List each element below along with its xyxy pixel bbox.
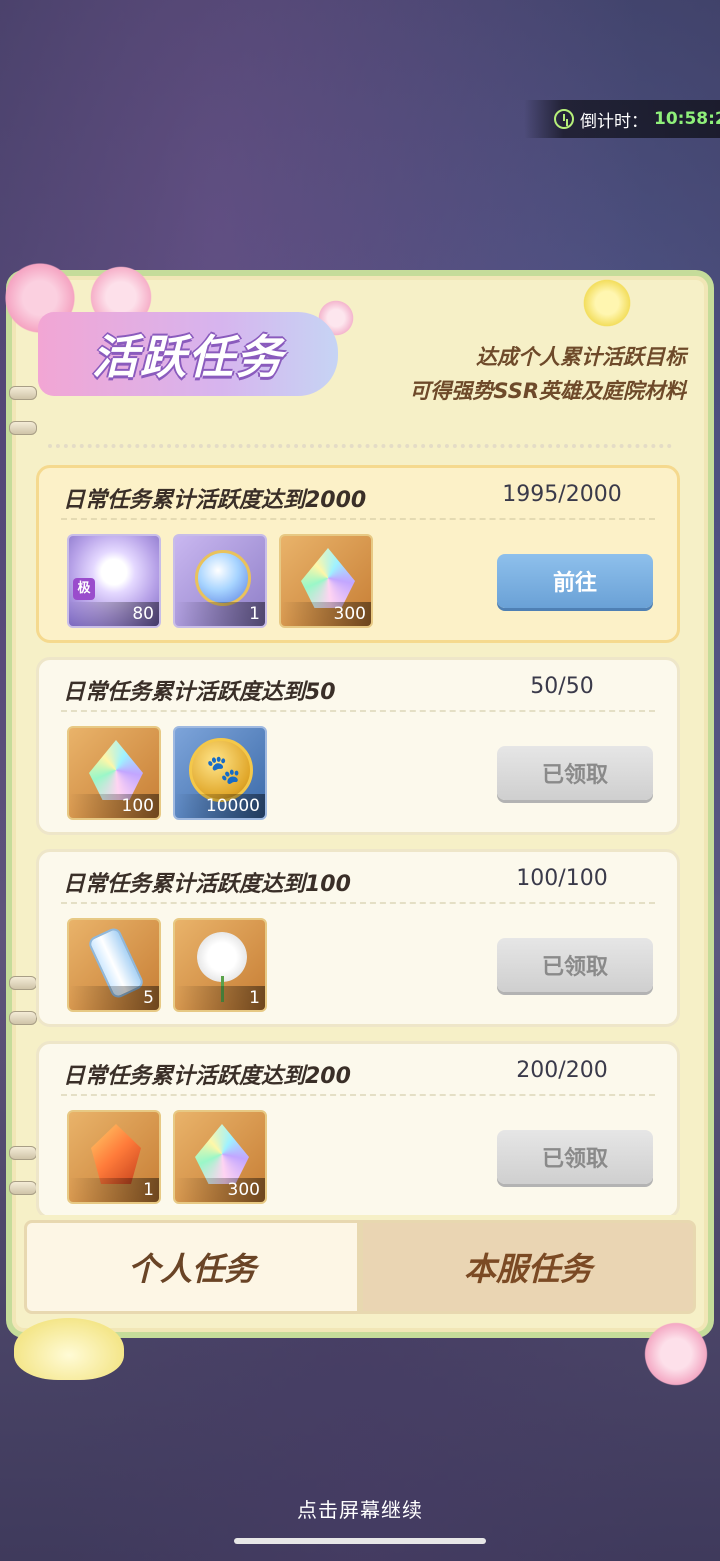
reward-count: 100 xyxy=(69,794,159,818)
rarity-tag: 极 xyxy=(73,578,95,600)
task-card: 日常任务累计活跃度达到200 200/200 1 300 已领取 xyxy=(36,1041,680,1215)
task-card: 日常任务累计活跃度达到100 100/100 5 1 已领取 xyxy=(36,849,680,1027)
task-title: 日常任务累计活跃度达到50 xyxy=(63,680,336,705)
countdown-timer: 倒计时： 10:58:20 xyxy=(524,100,720,138)
reward-item[interactable]: 1 xyxy=(67,1110,161,1204)
binder-ring xyxy=(9,1181,37,1195)
divider xyxy=(61,518,655,520)
go-button[interactable]: 前往 xyxy=(497,554,653,608)
task-title: 日常任务累计活跃度达到200 xyxy=(63,1064,351,1089)
timer-value: 10:58:20 xyxy=(654,109,720,129)
paw-coin-icon xyxy=(189,738,253,802)
reward-item[interactable]: 1 xyxy=(173,534,267,628)
binder-ring xyxy=(9,976,37,990)
reward-count: 5 xyxy=(69,986,159,1010)
claimed-button[interactable]: 已领取 xyxy=(497,938,653,992)
reward-count: 80 xyxy=(69,602,159,626)
mascot-icon xyxy=(14,1318,124,1380)
task-progress: 100/100 xyxy=(516,866,608,891)
reward-list: 1 300 xyxy=(67,1110,267,1204)
page-title: 活跃任务 xyxy=(38,312,338,396)
reward-item[interactable]: 10000 xyxy=(173,726,267,820)
task-card: 日常任务累计活跃度达到2000 1995/2000 极 80 1 300 前往 xyxy=(36,465,680,643)
binder-ring xyxy=(9,1146,37,1160)
reward-item[interactable]: 100 xyxy=(67,726,161,820)
tab-server-tasks[interactable]: 本服任务 xyxy=(360,1220,696,1314)
tab-personal-tasks[interactable]: 个人任务 xyxy=(24,1220,360,1314)
reward-item[interactable]: 5 xyxy=(67,918,161,1012)
tap-to-continue[interactable]: 点击屏幕继续 xyxy=(0,1494,720,1523)
divider xyxy=(61,902,655,904)
timer-label: 倒计时： xyxy=(580,111,648,132)
rainbow-gem-icon xyxy=(301,548,355,608)
reward-item[interactable]: 极 80 xyxy=(67,534,161,628)
pink-flower-icon xyxy=(640,1318,712,1390)
dandelion-flower-icon xyxy=(197,932,247,1002)
binder-ring xyxy=(9,1011,37,1025)
description-line-1: 达成个人累计活跃目标 xyxy=(476,345,686,369)
task-progress: 50/50 xyxy=(530,674,594,699)
task-tabs: 个人任务 本服任务 xyxy=(24,1220,696,1314)
task-progress: 200/200 xyxy=(516,1058,608,1083)
reward-count: 300 xyxy=(281,602,371,626)
reward-count: 300 xyxy=(175,1178,265,1202)
binder-ring xyxy=(9,386,37,400)
reward-item[interactable]: 1 xyxy=(173,918,267,1012)
divider xyxy=(61,1094,655,1096)
claimed-button[interactable]: 已领取 xyxy=(497,1130,653,1184)
orange-crystal-icon xyxy=(91,1124,141,1184)
rainbow-gem-icon xyxy=(195,1124,249,1184)
reward-list: 极 80 1 300 xyxy=(67,534,373,628)
binder-ring xyxy=(9,421,37,435)
reward-item[interactable]: 300 xyxy=(279,534,373,628)
reward-item[interactable]: 300 xyxy=(173,1110,267,1204)
task-card: 日常任务累计活跃度达到50 50/50 100 10000 已领取 xyxy=(36,657,680,835)
claimed-button[interactable]: 已领取 xyxy=(497,746,653,800)
reward-count: 1 xyxy=(175,602,265,626)
task-progress: 1995/2000 xyxy=(502,482,622,507)
reward-count: 1 xyxy=(69,1178,159,1202)
task-list[interactable]: 日常任务累计活跃度达到2000 1995/2000 极 80 1 300 前往 … xyxy=(36,465,682,1215)
task-title: 日常任务累计活跃度达到100 xyxy=(63,872,351,897)
crystal-orb-icon xyxy=(195,550,251,606)
reward-list: 5 1 xyxy=(67,918,267,1012)
reward-count: 1 xyxy=(175,986,265,1010)
reward-count: 10000 xyxy=(175,794,265,818)
divider xyxy=(48,444,672,448)
home-indicator[interactable] xyxy=(234,1538,486,1544)
header-description: 达成个人累计活跃目标 可得强势SSR英雄及庭院材料 xyxy=(326,340,686,408)
clock-icon xyxy=(554,109,574,129)
task-title: 日常任务累计活跃度达到2000 xyxy=(63,488,367,513)
divider xyxy=(61,710,655,712)
rainbow-gem-icon xyxy=(89,740,143,800)
yellow-flower-icon xyxy=(580,276,634,330)
description-line-2: 可得强势SSR英雄及庭院材料 xyxy=(409,379,686,403)
reward-list: 100 10000 xyxy=(67,726,267,820)
